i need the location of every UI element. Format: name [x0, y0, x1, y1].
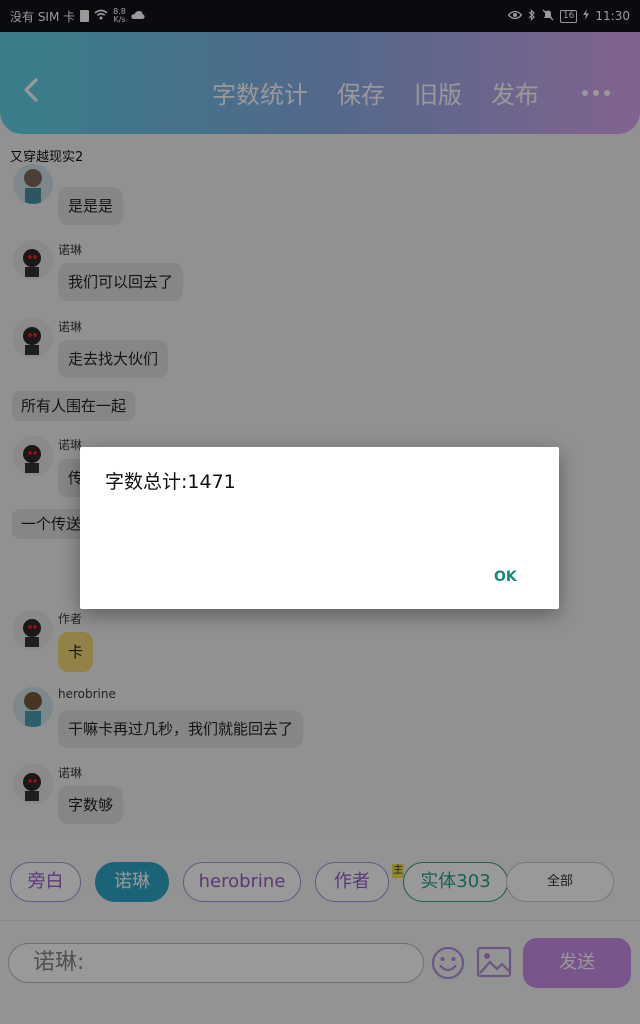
- word-count-dialog: 字数总计:1471 OK: [80, 447, 559, 609]
- dialog-ok-button[interactable]: OK: [494, 569, 517, 585]
- dialog-message: 字数总计:1471: [105, 471, 236, 493]
